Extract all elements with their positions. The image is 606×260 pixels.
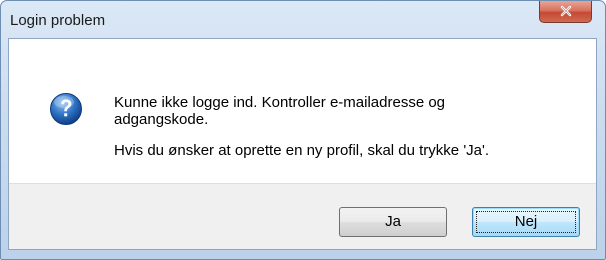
no-button-label: Nej bbox=[514, 213, 538, 230]
button-bar: Ja Nej bbox=[9, 183, 596, 249]
yes-button[interactable]: Ja bbox=[339, 207, 447, 237]
question-icon bbox=[50, 93, 82, 125]
dialog-window: Login problem Kunne ikke logge ind. Kont… bbox=[0, 0, 606, 260]
no-button[interactable]: Nej bbox=[472, 207, 580, 237]
dialog-body: Kunne ikke logge ind. Kontroller e-maila… bbox=[8, 38, 597, 250]
message-line-3: Hvis du ønsker at oprette en ny profil, … bbox=[114, 142, 490, 159]
window-title: Login problem bbox=[10, 12, 106, 29]
close-button[interactable] bbox=[539, 1, 592, 23]
title-bar[interactable]: Login problem bbox=[1, 1, 605, 37]
message-line-1: Kunne ikke logge ind. Kontroller e-maila… bbox=[114, 94, 446, 111]
message-area: Kunne ikke logge ind. Kontroller e-maila… bbox=[9, 39, 596, 183]
message-line-2: adgangskode. bbox=[114, 111, 209, 128]
close-icon bbox=[560, 5, 572, 17]
